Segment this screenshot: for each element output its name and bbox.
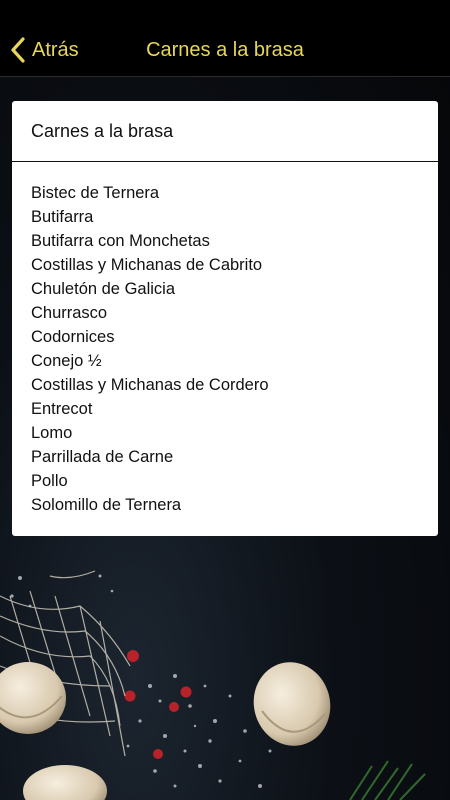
list-item[interactable]: Entrecot — [31, 397, 438, 421]
navigation-bar: Atrás Carnes a la brasa — [0, 0, 450, 77]
list-item[interactable]: Butifarra con Monchetas — [31, 229, 438, 253]
list-item[interactable]: Costillas y Michanas de Cordero — [31, 373, 438, 397]
list-item[interactable]: Butifarra — [31, 205, 438, 229]
food-photo-background — [0, 570, 426, 800]
list-item[interactable]: Churrasco — [31, 301, 438, 325]
page-title: Carnes a la brasa — [146, 39, 304, 61]
list-item[interactable]: Pollo — [31, 469, 438, 493]
list-item[interactable]: Costillas y Michanas de Cabrito — [31, 253, 438, 277]
list-item[interactable]: Bistec de Ternera — [31, 181, 438, 205]
list-item[interactable]: Lomo — [31, 421, 438, 445]
list-item[interactable]: Codornices — [31, 325, 438, 349]
list-item[interactable]: Solomillo de Ternera — [31, 493, 438, 517]
list-item[interactable]: Parrillada de Carne — [31, 445, 438, 469]
menu-card: Carnes a la brasa Bistec de Ternera Buti… — [12, 101, 438, 536]
card-title: Carnes a la brasa — [12, 101, 438, 162]
list-item[interactable]: Conejo ½ — [31, 349, 438, 373]
screen: Atrás Carnes a la brasa Carnes a la bras… — [0, 0, 450, 800]
list-item[interactable]: Chuletón de Galicia — [31, 277, 438, 301]
menu-item-list: Bistec de Ternera Butifarra Butifarra co… — [12, 162, 438, 517]
